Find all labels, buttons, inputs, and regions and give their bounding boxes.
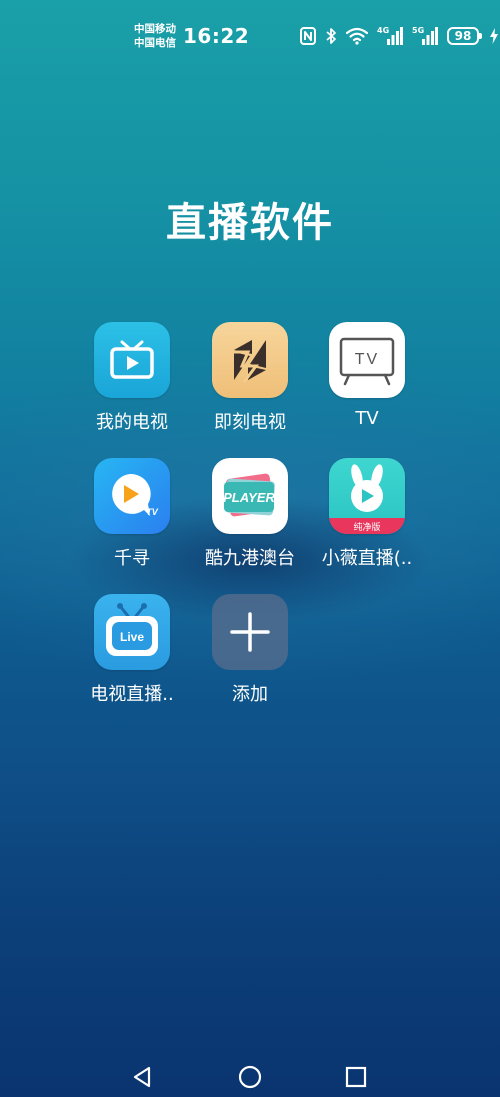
app-xiaowei[interactable]: 纯净版 小薇直播(.. [308, 458, 426, 570]
home-icon[interactable] [237, 1064, 263, 1090]
app-label: 即刻电视 [214, 412, 286, 433]
app-jike-tv[interactable]: 即刻电视 [191, 322, 309, 434]
rabbit-play-icon: 纯净版 [329, 458, 405, 534]
add-app-button[interactable]: 添加 [191, 594, 309, 706]
app-my-tv[interactable]: 我的电视 [73, 322, 191, 434]
player-icon-text: PLAYER [223, 490, 275, 505]
app-tv-live[interactable]: Live 电视直播.. [73, 594, 191, 706]
tv-play-icon [94, 322, 170, 398]
tv-icon-text: TV [355, 351, 379, 368]
pure-version-text: 纯净版 [353, 521, 380, 533]
navigation-bar [0, 1056, 500, 1096]
player-cards-icon: PLAYER [212, 458, 288, 534]
recents-icon[interactable] [343, 1064, 369, 1090]
tv-monitor-icon: TV [329, 322, 405, 398]
plus-icon [212, 594, 288, 670]
lightning-icon [212, 322, 288, 398]
back-icon[interactable] [130, 1064, 156, 1090]
app-folder-grid: 我的电视 即刻电视 TV TV TV 千寻 PLAYER 酷九港澳台 纯净版 小… [0, 0, 500, 800]
app-label: 千寻 [114, 548, 150, 569]
app-kujiu[interactable]: PLAYER 酷九港澳台 [191, 458, 309, 570]
app-label: TV [355, 408, 379, 429]
app-label: 酷九港澳台 [205, 548, 295, 569]
live-icon-text: Live [120, 630, 144, 644]
app-label: 电视直播.. [90, 684, 174, 705]
qianxun-tv-text: TV [146, 507, 158, 517]
app-label: 小薇直播(.. [321, 548, 413, 569]
app-label: 我的电视 [96, 412, 168, 433]
app-tv[interactable]: TV TV [308, 322, 426, 429]
app-qianxun[interactable]: TV 千寻 [73, 458, 191, 570]
play-bubble-icon: TV [94, 458, 170, 534]
live-tv-icon: Live [94, 594, 170, 670]
app-label: 添加 [232, 684, 268, 705]
